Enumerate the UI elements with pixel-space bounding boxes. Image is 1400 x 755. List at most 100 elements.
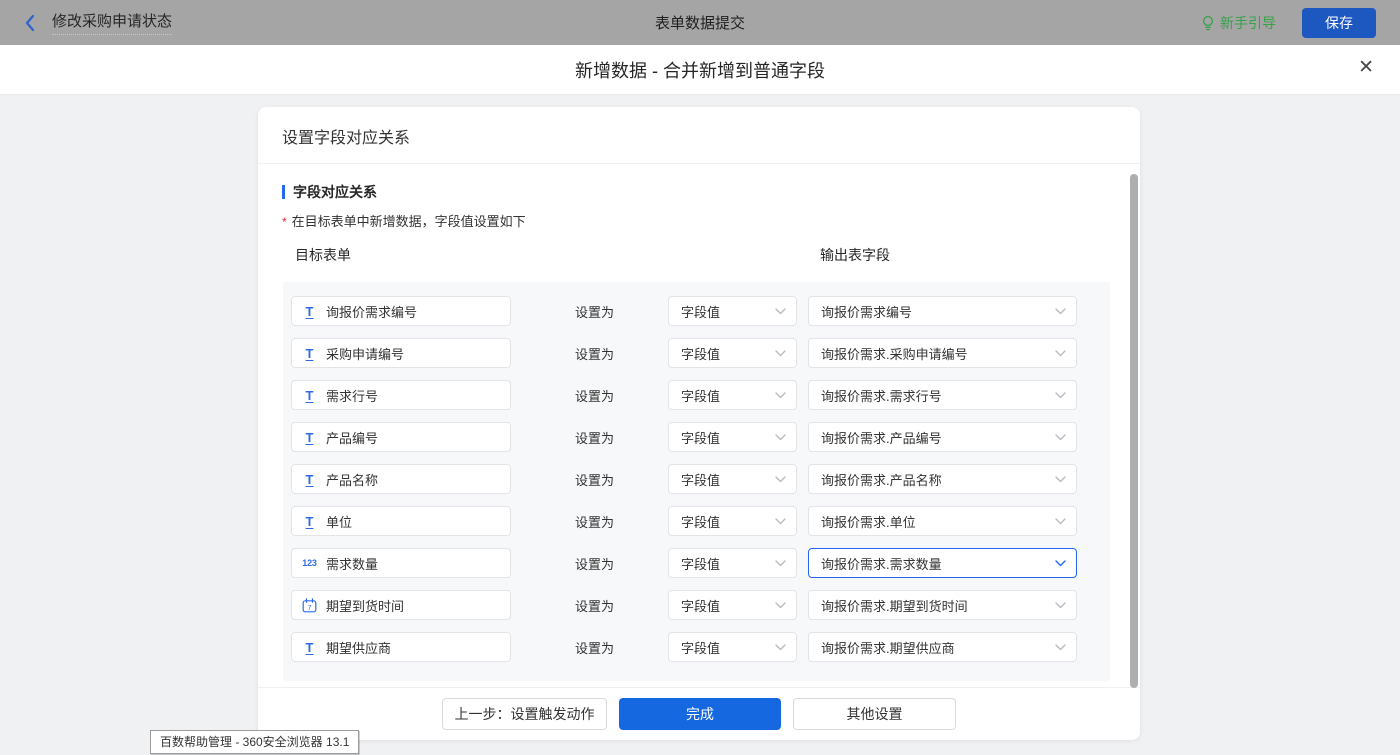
output-field-select[interactable]: 询报价需求.需求行号	[808, 380, 1077, 410]
field-mapping-row: 123 需求数量 设置为 字段值 询报价需求.需求数量	[291, 548, 1102, 578]
set-as-label: 设置为	[575, 302, 615, 321]
value-type-select[interactable]: 字段值	[668, 632, 797, 662]
output-field-selected: 询报价需求.期望到货时间	[821, 596, 968, 615]
set-as-label: 设置为	[575, 512, 615, 531]
date-field-icon: 7	[302, 598, 317, 613]
output-field-select[interactable]: 询报价需求.产品编号	[808, 422, 1077, 452]
set-as-label: 设置为	[575, 638, 615, 657]
value-type-select[interactable]: 字段值	[668, 548, 797, 578]
field-mapping-row: T 产品编号 设置为 字段值 询报价需求.产品编号	[291, 422, 1102, 452]
output-field-selected: 询报价需求.需求数量	[821, 554, 942, 573]
output-field-select[interactable]: 询报价需求.采购申请编号	[808, 338, 1077, 368]
target-field-label: 单位	[326, 512, 352, 531]
output-field-select[interactable]: 询报价需求.需求数量	[808, 548, 1077, 578]
target-field-box: T 需求行号	[291, 380, 511, 410]
chevron-down-icon	[775, 560, 786, 567]
finish-button[interactable]: 完成	[619, 698, 781, 730]
chevron-down-icon	[775, 644, 786, 651]
chevron-down-icon	[1055, 518, 1066, 525]
field-mapping-row: T 采购申请编号 设置为 字段值 询报价需求.采购申请编号	[291, 338, 1102, 368]
chevron-down-icon	[1055, 434, 1066, 441]
value-type-selected: 字段值	[681, 428, 720, 447]
number-field-icon: 123	[302, 558, 317, 568]
modal-body: 设置字段对应关系 字段对应关系 *在目标表单中新增数据，字段值设置如下 目标表单…	[0, 95, 1400, 755]
svg-text:7: 7	[307, 603, 311, 612]
value-type-selected: 字段值	[681, 302, 720, 321]
field-mapping-row: T 询报价需求编号 设置为 字段值 询报价需求编号	[291, 296, 1102, 326]
value-type-selected: 字段值	[681, 344, 720, 363]
value-type-selected: 字段值	[681, 554, 720, 573]
value-type-select[interactable]: 字段值	[668, 506, 797, 536]
output-field-selected: 询报价需求.期望供应商	[821, 638, 955, 657]
text-field-icon: T	[302, 304, 317, 319]
chevron-down-icon	[775, 350, 786, 357]
output-field-select[interactable]: 询报价需求.期望供应商	[808, 632, 1077, 662]
target-field-box: T 产品名称	[291, 464, 511, 494]
section-title: 字段对应关系	[282, 182, 1116, 202]
output-field-select[interactable]: 询报价需求.产品名称	[808, 464, 1077, 494]
chevron-down-icon	[1055, 644, 1066, 651]
target-field-box: 123 需求数量	[291, 548, 511, 578]
other-settings-button[interactable]: 其他设置	[793, 698, 956, 730]
field-mapping-row: T 需求行号 设置为 字段值 询报价需求.需求行号	[291, 380, 1102, 410]
target-field-box: T 期望供应商	[291, 632, 511, 662]
output-field-select[interactable]: 询报价需求编号	[808, 296, 1077, 326]
card-body: 字段对应关系 *在目标表单中新增数据，字段值设置如下 目标表单 输出表字段 T …	[258, 164, 1140, 687]
value-type-select[interactable]: 字段值	[668, 380, 797, 410]
column-header-output-fields: 输出表字段	[820, 245, 890, 265]
field-mapping-row: T 产品名称 设置为 字段值 询报价需求.产品名称	[291, 464, 1102, 494]
set-as-label: 设置为	[575, 596, 615, 615]
value-type-selected: 字段值	[681, 386, 720, 405]
target-field-label: 需求数量	[326, 554, 378, 573]
card-header: 设置字段对应关系	[258, 107, 1140, 164]
chevron-down-icon	[1055, 392, 1066, 399]
set-as-label: 设置为	[575, 470, 615, 489]
chevron-down-icon	[775, 602, 786, 609]
output-field-selected: 询报价需求.单位	[821, 512, 916, 531]
output-field-select[interactable]: 询报价需求.单位	[808, 506, 1077, 536]
topbar: 修改采购申请状态 表单数据提交 新手引导 保存	[0, 0, 1400, 45]
value-type-selected: 字段值	[681, 596, 720, 615]
value-type-select[interactable]: 字段值	[668, 464, 797, 494]
set-as-label: 设置为	[575, 554, 615, 573]
column-headers: 目标表单 输出表字段	[282, 245, 1116, 264]
topbar-title: 表单数据提交	[655, 12, 745, 33]
back-chevron-icon	[24, 14, 36, 32]
target-field-label: 期望到货时间	[326, 596, 404, 615]
set-as-label: 设置为	[575, 344, 615, 363]
card-footer: 上一步：设置触发动作 完成 其他设置	[258, 687, 1140, 740]
target-field-box: T 单位	[291, 506, 511, 536]
output-field-select[interactable]: 询报价需求.期望到货时间	[808, 590, 1077, 620]
text-field-icon: T	[302, 472, 317, 487]
field-mapping-row: T 期望供应商 设置为 字段值 询报价需求.期望供应商	[291, 632, 1102, 662]
section-accent-bar	[282, 185, 285, 199]
text-field-icon: T	[302, 346, 317, 361]
value-type-select[interactable]: 字段值	[668, 296, 797, 326]
set-as-label: 设置为	[575, 428, 615, 447]
target-field-label: 采购申请编号	[326, 344, 404, 363]
modal-header: 新增数据 - 合并新增到普通字段 ✕	[0, 45, 1400, 95]
output-field-selected: 询报价需求.采购申请编号	[821, 344, 968, 363]
value-type-select[interactable]: 字段值	[668, 422, 797, 452]
chevron-down-icon	[775, 518, 786, 525]
output-field-selected: 询报价需求.产品名称	[821, 470, 942, 489]
text-field-icon: T	[302, 640, 317, 655]
output-field-selected: 询报价需求.需求行号	[821, 386, 942, 405]
chevron-down-icon	[775, 308, 786, 315]
target-field-box: T 采购申请编号	[291, 338, 511, 368]
back-button[interactable]	[24, 14, 36, 32]
modal-title: 新增数据 - 合并新增到普通字段	[575, 57, 825, 83]
instruction-text: *在目标表单中新增数据，字段值设置如下	[282, 211, 1116, 230]
output-field-selected: 询报价需求编号	[821, 302, 912, 321]
value-type-select[interactable]: 字段值	[668, 338, 797, 368]
target-field-label: 期望供应商	[326, 638, 391, 657]
target-field-label: 产品编号	[326, 428, 378, 447]
workflow-name[interactable]: 修改采购申请状态	[52, 10, 172, 35]
field-mapping-row: T 单位 设置为 字段值 询报价需求.单位	[291, 506, 1102, 536]
value-type-select[interactable]: 字段值	[668, 590, 797, 620]
scrollbar-thumb[interactable]	[1130, 174, 1138, 688]
close-icon[interactable]: ✕	[1358, 58, 1374, 77]
beginner-guide-link[interactable]: 新手引导	[1201, 13, 1276, 33]
save-button[interactable]: 保存	[1302, 8, 1376, 38]
previous-step-button[interactable]: 上一步：设置触发动作	[442, 698, 607, 730]
